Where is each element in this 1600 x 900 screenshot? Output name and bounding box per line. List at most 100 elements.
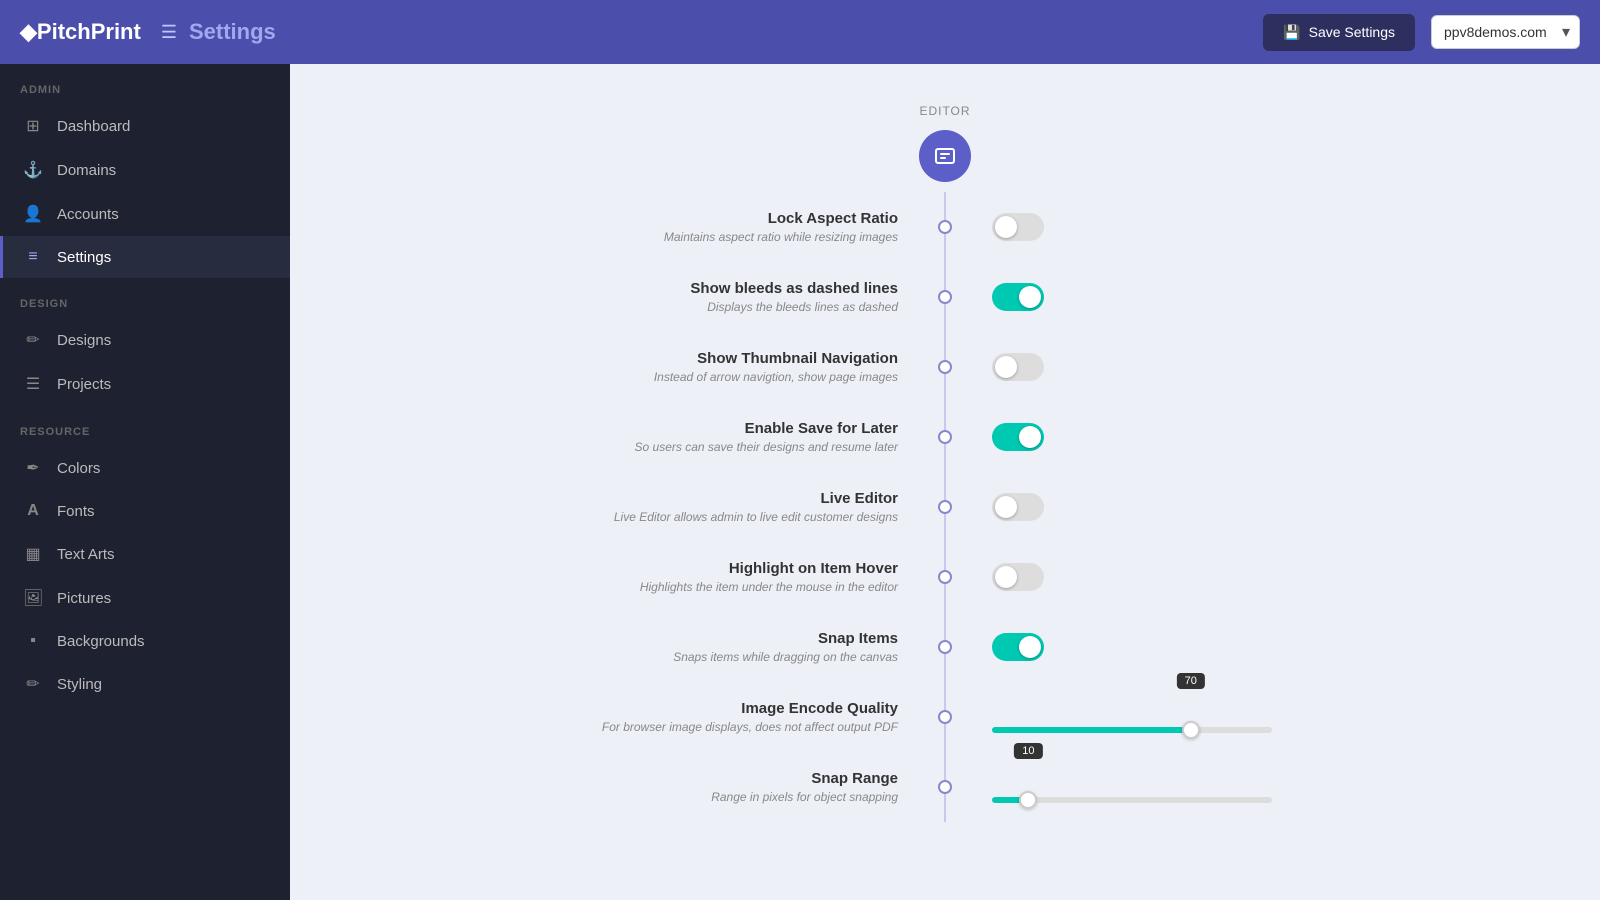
pencil-icon: ✏ <box>23 330 43 350</box>
save-settings-button[interactable]: 💾 Save Settings <box>1263 14 1415 51</box>
sidebar-item-domains[interactable]: ⚓ Domains <box>0 148 290 192</box>
font-icon: A <box>23 502 43 520</box>
user-icon: 👤 <box>23 204 43 224</box>
toggle-live-editor[interactable] <box>992 493 1044 521</box>
sidebar-item-designs[interactable]: ✏ Designs <box>0 318 290 362</box>
setting-left: Highlight on Item Hover Highlights the i… <box>495 560 938 594</box>
setting-right <box>952 633 1395 661</box>
timeline-dot <box>938 360 952 374</box>
domain-select[interactable]: ppv8demos.com <box>1431 15 1580 49</box>
sidebar-item-textarts[interactable]: ▦ Text Arts <box>0 532 290 576</box>
setting-desc: Range in pixels for object snapping <box>495 790 898 804</box>
textarts-icon: ▦ <box>23 544 43 564</box>
setting-name: Image Encode Quality <box>495 700 898 717</box>
image-quality-slider[interactable] <box>992 727 1272 733</box>
setting-left: Enable Save for Later So users can save … <box>495 420 938 454</box>
main-content: EDITOR Lock Aspect Ratio Maintains a <box>290 64 1600 900</box>
sidebar-item-styling[interactable]: ✏ Styling <box>0 662 290 706</box>
toggle-save-for-later[interactable] <box>992 423 1044 451</box>
sidebar-item-accounts[interactable]: 👤 Accounts <box>0 192 290 236</box>
toggle-snap-items[interactable] <box>992 633 1044 661</box>
sidebar-item-projects[interactable]: ☰ Projects <box>0 362 290 406</box>
snap-range-tooltip: 10 <box>1014 743 1042 759</box>
sidebar-item-pictures[interactable]: 🖼 Pictures <box>0 576 290 620</box>
setting-name: Snap Items <box>495 630 898 647</box>
colors-icon: ✒ <box>23 458 43 478</box>
sidebar-item-label: Fonts <box>57 503 95 520</box>
slider-thumb <box>1019 791 1037 809</box>
toggle-thumbnail-nav[interactable] <box>992 353 1044 381</box>
domain-selector-wrapper: ppv8demos.com <box>1431 15 1580 49</box>
snap-range-slider[interactable] <box>992 797 1272 803</box>
settings-icon: ☰ <box>161 22 177 43</box>
toggle-thumb <box>995 356 1017 378</box>
setting-desc: Instead of arrow navigtion, show page im… <box>495 370 898 384</box>
sidebar-item-label: Designs <box>57 332 111 349</box>
toggle-thumb <box>1019 636 1041 658</box>
timeline-dot <box>938 780 952 794</box>
resource-section-label: RESOURCE <box>0 406 290 446</box>
snap-range-slider-wrapper: 10 <box>992 771 1272 803</box>
toggle-show-bleeds[interactable] <box>992 283 1044 311</box>
setting-right <box>952 213 1395 241</box>
toggle-thumb <box>995 216 1017 238</box>
setting-name: Enable Save for Later <box>495 420 898 437</box>
sidebar-item-label: Projects <box>57 376 111 393</box>
setting-desc: Maintains aspect ratio while resizing im… <box>495 230 898 244</box>
design-section-label: DESIGN <box>0 278 290 318</box>
sidebar-item-label: Backgrounds <box>57 633 145 650</box>
setting-left: Snap Items Snaps items while dragging on… <box>495 630 938 664</box>
topbar-left: ◆PitchPrint ☰ Settings <box>20 19 1247 45</box>
setting-right <box>952 563 1395 591</box>
toggle-thumb <box>1019 286 1041 308</box>
toggle-thumb <box>995 566 1017 588</box>
setting-row-thumbnail-nav: Show Thumbnail Navigation Instead of arr… <box>495 332 1395 402</box>
setting-right <box>952 283 1395 311</box>
layout: ADMIN ⊞ Dashboard ⚓ Domains 👤 Accounts ≡… <box>0 64 1600 900</box>
sidebar-item-label: Settings <box>57 249 111 266</box>
settings-nav-icon: ≡ <box>23 248 43 266</box>
setting-row-lock-aspect-ratio: Lock Aspect Ratio Maintains aspect ratio… <box>495 192 1395 262</box>
admin-section-label: ADMIN <box>0 64 290 104</box>
sidebar-item-dashboard[interactable]: ⊞ Dashboard <box>0 104 290 148</box>
timeline-dot <box>938 290 952 304</box>
editor-section: EDITOR <box>919 104 971 182</box>
timeline-dot <box>938 640 952 654</box>
setting-name: Show bleeds as dashed lines <box>495 280 898 297</box>
setting-desc: For browser image displays, does not aff… <box>495 720 898 734</box>
toggle-lock-aspect-ratio[interactable] <box>992 213 1044 241</box>
timeline-dot <box>938 430 952 444</box>
sidebar-item-fonts[interactable]: A Fonts <box>0 490 290 532</box>
setting-left: Show Thumbnail Navigation Instead of arr… <box>495 350 938 384</box>
sidebar: ADMIN ⊞ Dashboard ⚓ Domains 👤 Accounts ≡… <box>0 64 290 900</box>
timeline-dot <box>938 220 952 234</box>
timeline-dot <box>938 710 952 724</box>
setting-right: 10 <box>952 771 1395 803</box>
setting-left: Image Encode Quality For browser image d… <box>495 700 938 734</box>
setting-left: Snap Range Range in pixels for object sn… <box>495 770 938 804</box>
setting-right <box>952 423 1395 451</box>
page-title: Settings <box>189 19 276 45</box>
setting-left: Show bleeds as dashed lines Displays the… <box>495 280 938 314</box>
timeline-dot <box>938 500 952 514</box>
toggle-highlight-hover[interactable] <box>992 563 1044 591</box>
setting-right <box>952 493 1395 521</box>
save-icon: 💾 <box>1283 24 1300 41</box>
setting-left: Lock Aspect Ratio Maintains aspect ratio… <box>495 210 938 244</box>
sidebar-item-label: Dashboard <box>57 118 130 135</box>
settings-timeline: EDITOR Lock Aspect Ratio Maintains a <box>495 104 1395 822</box>
setting-right <box>952 353 1395 381</box>
setting-row-show-bleeds: Show bleeds as dashed lines Displays the… <box>495 262 1395 332</box>
sidebar-item-colors[interactable]: ✒ Colors <box>0 446 290 490</box>
styling-icon: ✏ <box>23 674 43 694</box>
timeline-container: Lock Aspect Ratio Maintains aspect ratio… <box>495 192 1395 822</box>
topbar: ◆PitchPrint ☰ Settings 💾 Save Settings p… <box>0 0 1600 64</box>
setting-desc: Displays the bleeds lines as dashed <box>495 300 898 314</box>
slider-fill <box>992 727 1191 733</box>
setting-desc: So users can save their designs and resu… <box>495 440 898 454</box>
sidebar-item-settings[interactable]: ≡ Settings <box>0 236 290 278</box>
sidebar-item-backgrounds[interactable]: ▪ Backgrounds <box>0 620 290 662</box>
image-quality-slider-wrapper: 70 <box>992 701 1272 733</box>
setting-row-live-editor: Live Editor Live Editor allows admin to … <box>495 472 1395 542</box>
backgrounds-icon: ▪ <box>23 632 43 650</box>
